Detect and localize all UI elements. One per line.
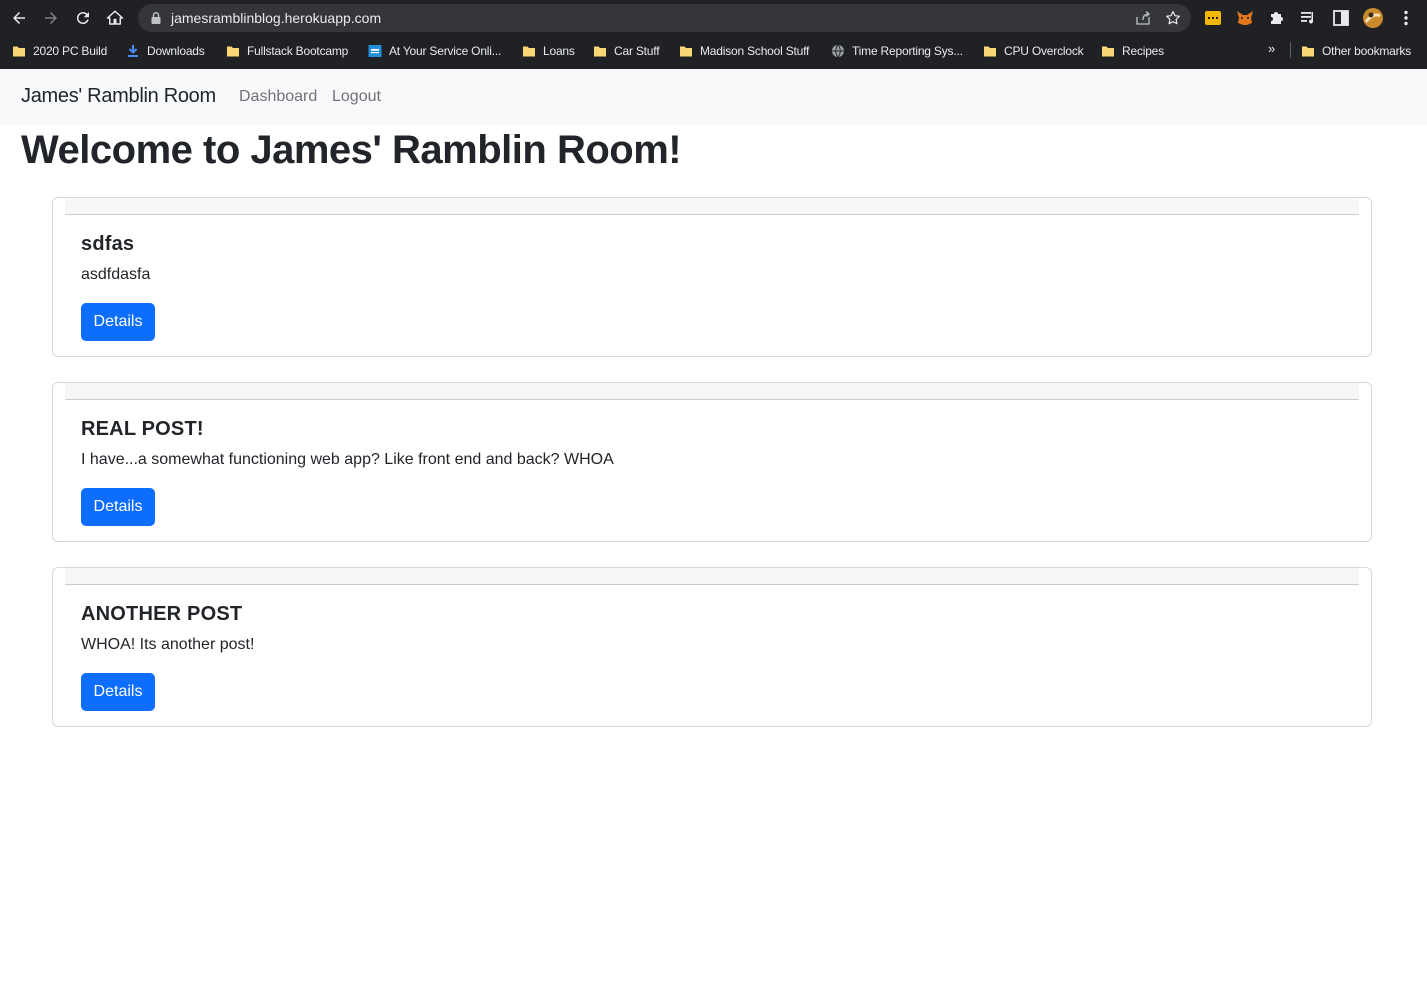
back-arrow-icon [13, 12, 25, 24]
bookmark-item[interactable]: Recipes [1101, 42, 1164, 60]
reload-button[interactable] [71, 6, 95, 30]
post-title: ANOTHER POST [81, 603, 243, 625]
bookmark-item[interactable]: Time Reporting Sys... [831, 42, 963, 60]
folder-icon [227, 46, 239, 57]
post-body: WHOA! Its another post! [81, 636, 255, 653]
post-card-header [65, 198, 1359, 215]
post-card: REAL POST! I have...a somewhat functioni… [52, 382, 1372, 542]
bookmark-label: Recipes [1122, 44, 1164, 58]
fox-icon [1237, 11, 1253, 25]
bookmark-label: Madison School Stuff [700, 44, 810, 58]
bookmarks-divider [1290, 42, 1291, 58]
bookmarks-bar: 2020 PC Build Downloads Fullstack Bootca… [0, 36, 1427, 66]
folder-icon [1102, 46, 1114, 57]
download-icon [128, 45, 138, 57]
folder-icon [594, 46, 606, 57]
folder-icon [680, 46, 692, 57]
bookmark-item[interactable]: 2020 PC Build [12, 42, 107, 60]
post-title: sdfas [81, 233, 135, 255]
browser-toolbar: jamesramblinblog.herokuapp.com [0, 0, 1427, 36]
bookmark-item[interactable]: At Your Service Onli... [368, 42, 501, 60]
navbar-brand[interactable]: James' Ramblin Room [21, 85, 216, 108]
bookmark-label: At Your Service Onli... [389, 44, 502, 58]
bookmark-label: CPU Overclock [1004, 44, 1084, 58]
post-card: ANOTHER POST WHOA! Its another post! Det… [52, 567, 1372, 727]
bookmarks-overflow-chevron[interactable]: » [1268, 41, 1275, 56]
bookmark-star-icon[interactable] [1164, 9, 1182, 27]
browser-menu-button[interactable] [1396, 8, 1416, 28]
bookmark-label: Fullstack Bootcamp [247, 44, 349, 58]
site-icon [368, 45, 382, 57]
bookmark-label: Car Stuff [614, 44, 660, 58]
side-panel-button[interactable] [1331, 8, 1351, 28]
bookmark-item[interactable]: CPU Overclock [983, 42, 1084, 60]
post-body: I have...a somewhat functioning web app?… [81, 451, 614, 468]
home-icon [106, 10, 124, 25]
yellow-extension-icon [1205, 11, 1221, 25]
details-button[interactable]: Details [81, 488, 155, 526]
back-button[interactable] [7, 6, 31, 30]
folder-icon [523, 46, 535, 57]
puzzle-icon [1271, 12, 1283, 24]
folder-icon [984, 46, 996, 57]
folder-icon [1302, 46, 1314, 57]
avatar-icon [1363, 8, 1383, 28]
bookmark-item[interactable]: Loans [522, 42, 575, 60]
bookmark-item[interactable]: Car Stuff [593, 42, 660, 60]
details-button[interactable]: Details [81, 303, 155, 341]
bookmark-label: Time Reporting Sys... [852, 44, 963, 58]
share-icon[interactable] [1135, 10, 1151, 26]
post-card-header [65, 568, 1359, 585]
nav-link-dashboard[interactable]: Dashboard [239, 88, 317, 106]
side-panel-icon [1333, 10, 1349, 26]
browser-chrome: jamesramblinblog.herokuapp.com 2020 PC B… [0, 0, 1427, 69]
metamask-button[interactable] [1235, 8, 1255, 28]
bookmark-label: Loans [543, 44, 575, 58]
extension-yellow-button[interactable] [1203, 8, 1223, 28]
bookmark-item[interactable]: Fullstack Bootcamp [226, 42, 348, 60]
details-button[interactable]: Details [81, 673, 155, 711]
post-body: asdfdasfa [81, 266, 151, 283]
nav-link-logout[interactable]: Logout [332, 88, 381, 106]
forward-button[interactable] [39, 6, 63, 30]
site-navbar: James' Ramblin Room Dashboard Logout [0, 69, 1427, 125]
page-title: Welcome to James' Ramblin Room! [21, 128, 682, 172]
folder-icon [13, 46, 25, 57]
bookmark-label: Downloads [147, 44, 205, 58]
extensions-button[interactable] [1267, 8, 1287, 28]
profile-avatar[interactable] [1362, 7, 1384, 29]
reload-icon [76, 12, 89, 25]
address-bar[interactable]: jamesramblinblog.herokuapp.com [138, 4, 1191, 32]
address-url[interactable]: jamesramblinblog.herokuapp.com [171, 4, 381, 32]
home-button[interactable] [103, 6, 127, 30]
post-card: sdfas asdfdasfa Details [52, 197, 1372, 357]
playlist-icon [1301, 12, 1314, 24]
other-bookmarks-label: Other bookmarks [1322, 44, 1412, 58]
kebab-menu-icon [1404, 10, 1408, 26]
bookmark-item[interactable]: Madison School Stuff [679, 42, 809, 60]
post-title: REAL POST! [81, 418, 204, 440]
lock-icon [151, 12, 161, 24]
forward-arrow-icon [45, 12, 57, 24]
bookmark-label: 2020 PC Build [33, 44, 108, 58]
media-control-button[interactable] [1299, 8, 1319, 28]
bookmark-item[interactable]: Downloads [126, 42, 205, 60]
post-card-header [65, 383, 1359, 400]
other-bookmarks[interactable]: Other bookmarks [1301, 42, 1411, 60]
globe-icon [832, 44, 844, 58]
